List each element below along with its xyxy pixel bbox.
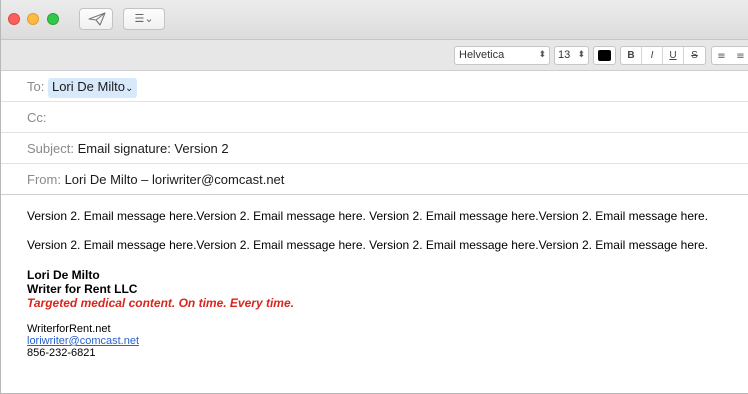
from-value[interactable]: Lori De Milto – loriwriter@comcast.net: [65, 172, 285, 187]
chevron-down-icon: ⌄: [124, 83, 134, 94]
alignment-buttons: ≡≡≡: [711, 46, 748, 65]
font-size-value: 13: [558, 49, 571, 61]
subject-field-row[interactable]: Subject: Email signature: Version 2: [1, 133, 748, 164]
from-field-row[interactable]: From: Lori De Milto – loriwriter@comcast…: [1, 164, 748, 195]
format-bar: Helvetica ⬍ 13 ⬍ BIUS ≡≡≡: [1, 40, 748, 71]
cc-field-row[interactable]: Cc:: [1, 102, 748, 133]
recipient-name: Lori De Milto: [51, 79, 125, 94]
bold-button[interactable]: B: [621, 47, 642, 64]
align-center-button[interactable]: ≡: [731, 48, 748, 65]
send-button[interactable]: [79, 8, 113, 30]
text-style-buttons: BIUS: [620, 46, 706, 65]
text-color-well[interactable]: [593, 46, 616, 65]
select-arrows-icon: ⬍: [577, 50, 585, 60]
font-size-select[interactable]: 13 ⬍: [554, 46, 589, 65]
signature-email-link[interactable]: loriwriter@comcast.net: [27, 335, 139, 347]
recipient-token[interactable]: Lori De Milto⌄: [47, 78, 138, 98]
underline-button[interactable]: U: [663, 47, 684, 64]
minimize-window-button[interactable]: [27, 13, 39, 25]
align-left-button[interactable]: ≡: [712, 48, 731, 65]
font-select-value: Helvetica: [459, 49, 505, 61]
signature-name: Lori De Milto: [27, 268, 100, 282]
signature-company: Writer for Rent LLC: [27, 282, 138, 296]
subject-label: Subject:: [27, 141, 74, 156]
body-paragraph: Version 2. Email message here.Version 2.…: [27, 238, 709, 252]
signature-contact: WriterforRent.net loriwriter@comcast.net…: [27, 323, 139, 359]
to-field-row[interactable]: To: Lori De Milto⌄: [1, 71, 748, 102]
close-window-button[interactable]: [8, 13, 20, 25]
header-fields-menu-button[interactable]: ☰⌄: [123, 8, 165, 30]
strikethrough-button[interactable]: S: [684, 47, 705, 64]
select-arrows-icon: ⬍: [538, 50, 546, 60]
cc-label: Cc:: [27, 110, 47, 125]
italic-button[interactable]: I: [642, 47, 663, 64]
zoom-window-button[interactable]: [47, 13, 59, 25]
signature-phone: 856-232-6821: [27, 347, 96, 359]
list-icon: ☰⌄: [134, 12, 154, 25]
subject-value[interactable]: Email signature: Version 2: [78, 141, 229, 156]
color-swatch: [598, 50, 611, 61]
mail-compose-window: ☰⌄ Helvetica ⬍ 13 ⬍ BIUS ≡≡≡ To: Lori De…: [0, 0, 748, 394]
title-bar: ☰⌄: [1, 0, 748, 40]
paper-plane-icon: [88, 12, 106, 26]
body-paragraph: Version 2. Email message here.Version 2.…: [27, 209, 709, 223]
signature-block: Lori De Milto Writer for Rent LLC Target…: [27, 268, 294, 310]
signature-tagline: Targeted medical content. On time. Every…: [27, 296, 294, 310]
to-label: To:: [27, 79, 45, 94]
signature-website: WriterforRent.net: [27, 323, 111, 335]
from-label: From:: [27, 172, 61, 187]
font-select[interactable]: Helvetica ⬍: [454, 46, 550, 65]
